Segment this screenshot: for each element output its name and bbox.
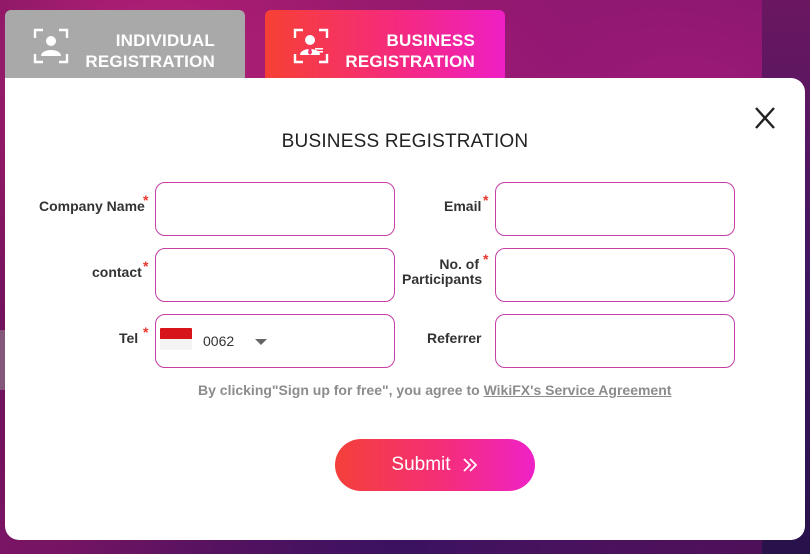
email-label: Email xyxy=(444,198,482,214)
company-name-label: Company Name xyxy=(39,198,145,214)
page-title: BUSINESS REGISTRATION xyxy=(281,131,529,152)
participants-label-line1: No. of xyxy=(439,256,479,272)
company-name-input[interactable] xyxy=(155,182,395,236)
participants-label: No. of Participants xyxy=(402,256,483,287)
tel-input[interactable]: 0062 xyxy=(155,314,395,368)
tab-label: BUSINESS REGISTRATION xyxy=(345,31,475,71)
required-mark: * xyxy=(143,324,149,340)
submit-label: Submit xyxy=(391,454,451,475)
agreement-text: By clicking"Sign up for free", you agree… xyxy=(198,382,671,398)
person-frame-icon xyxy=(33,28,69,64)
contact-label: contact xyxy=(92,264,142,280)
referrer-input[interactable] xyxy=(495,314,735,368)
participants-label-line2: Participants xyxy=(402,271,483,287)
indonesia-flag-icon xyxy=(160,328,192,350)
required-mark: * xyxy=(143,258,149,274)
agreement-prefix: By clicking"Sign up for free", you agree… xyxy=(198,382,484,398)
required-mark: * xyxy=(143,192,149,208)
service-agreement-link[interactable]: WikiFX's Service Agreement xyxy=(484,382,672,398)
country-code: 0062 xyxy=(203,333,235,349)
double-chevron-right-icon xyxy=(462,458,477,472)
tel-label: Tel xyxy=(119,330,139,346)
submit-button[interactable]: Submit xyxy=(335,439,535,491)
business-person-frame-icon xyxy=(293,28,329,64)
participants-input[interactable] xyxy=(495,248,735,302)
required-mark: * xyxy=(483,251,489,267)
tab-label: INDIVIDUAL REGISTRATION xyxy=(85,31,215,71)
chevron-down-icon[interactable] xyxy=(255,339,268,345)
referrer-label: Referrer xyxy=(427,330,482,346)
email-input[interactable] xyxy=(495,182,735,236)
contact-input[interactable] xyxy=(155,248,395,302)
close-icon[interactable] xyxy=(748,104,782,132)
required-mark: * xyxy=(483,192,489,208)
